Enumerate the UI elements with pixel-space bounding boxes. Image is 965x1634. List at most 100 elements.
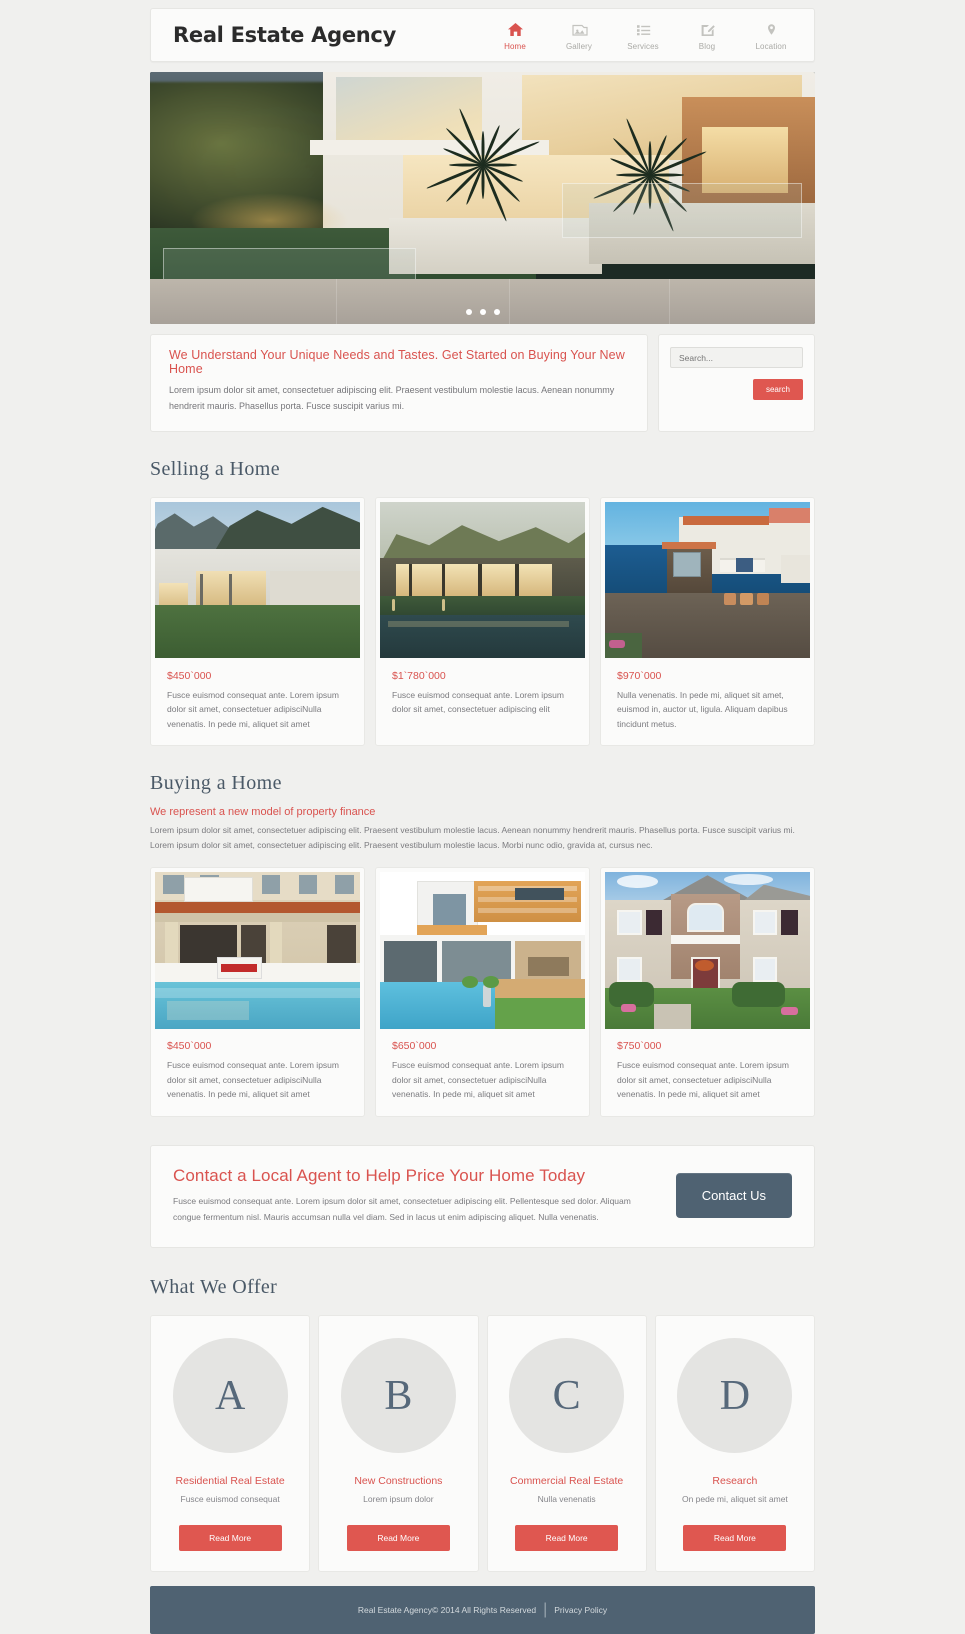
hero-slider[interactable] xyxy=(150,72,815,324)
property-description: Fusce euismod consequat ante. Lorem ipsu… xyxy=(617,1060,789,1100)
property-card[interactable]: $1`780`000 Fusce euismod consequat ante.… xyxy=(375,496,590,747)
read-more-button[interactable]: Read More xyxy=(346,1525,450,1552)
property-card-body: $650`000 Fusce euismod consequat ante. L… xyxy=(380,1029,585,1116)
page-root: Real Estate Agency Home Gallery Services… xyxy=(0,8,965,1634)
property-card[interactable]: $970`000 Nulla venenatis. In pede mi, al… xyxy=(600,496,815,747)
property-card-body: $450`000 Fusce euismod consequat ante. L… xyxy=(155,659,360,746)
pencil-edit-icon xyxy=(686,20,728,39)
property-image-modern-wood-house xyxy=(380,872,585,1030)
property-card[interactable]: $450`000 Fusce euismod consequat ante. L… xyxy=(150,867,365,1117)
contact-copy: Contact a Local Agent to Help Price Your… xyxy=(173,1166,660,1225)
nav-label-location: Location xyxy=(755,41,787,51)
selling-section: Selling a Home $450`000 Fusce euismod co… xyxy=(150,458,815,747)
list-icon xyxy=(622,20,664,39)
property-card[interactable]: $450`000 Fusce euismod consequat ante. L… xyxy=(150,496,365,747)
contact-title: Contact a Local Agent to Help Price Your… xyxy=(173,1165,586,1185)
intro-panel: We Understand Your Unique Needs and Tast… xyxy=(150,334,648,432)
site-logo: Real Estate Agency xyxy=(173,23,396,47)
offer-letter: C xyxy=(552,1372,581,1419)
nav-item-location[interactable]: Location xyxy=(750,20,792,51)
home-icon xyxy=(494,20,536,39)
hero-dot-1[interactable] xyxy=(465,309,472,315)
read-more-button[interactable]: Read More xyxy=(683,1525,787,1552)
intro-row: We Understand Your Unique Needs and Tast… xyxy=(150,334,815,432)
offer-card[interactable]: C Commercial Real Estate Nulla venenatis… xyxy=(486,1315,647,1573)
property-price: $650`000 xyxy=(392,1040,437,1053)
hero-tile-line xyxy=(509,278,511,324)
property-card-body: $1`780`000 Fusce euismod consequat ante.… xyxy=(380,659,585,731)
property-card[interactable]: $750`000 Fusce euismod consequat ante. L… xyxy=(600,867,815,1117)
contact-banner: Contact a Local Agent to Help Price Your… xyxy=(150,1144,815,1249)
contact-banner-wrap: Contact a Local Agent to Help Price Your… xyxy=(0,1144,965,1249)
nav-label-services: Services xyxy=(627,41,659,51)
hero-terrace xyxy=(150,278,815,324)
offer-avatar-circle: A xyxy=(172,1338,288,1454)
gallery-icon xyxy=(558,20,600,39)
footer-separator: | xyxy=(543,1601,548,1619)
offer-letter: A xyxy=(214,1372,246,1419)
property-description: Fusce euismod consequat ante. Lorem ipsu… xyxy=(167,689,339,729)
offer-subtitle: Fusce euismod consequat xyxy=(180,1494,280,1505)
property-image-seaside-villa xyxy=(605,501,810,659)
offer-section: What We Offer A Residential Real Estate … xyxy=(150,1276,815,1573)
search-input[interactable] xyxy=(670,347,803,368)
offer-avatar-circle: C xyxy=(509,1338,625,1454)
property-image-hillside-villa xyxy=(380,501,585,659)
nav-item-gallery[interactable]: Gallery xyxy=(558,20,600,51)
nav-item-services[interactable]: Services xyxy=(622,20,664,51)
property-description: Fusce euismod consequat ante. Lorem ipsu… xyxy=(392,689,564,715)
offer-title: Commercial Real Estate xyxy=(510,1475,624,1488)
property-image-for-sale-villa xyxy=(155,872,360,1030)
nav-item-home[interactable]: Home xyxy=(494,20,536,51)
property-price: $970`000 xyxy=(617,669,662,682)
buying-paragraph: Lorem ipsum dolor sit amet, consectetuer… xyxy=(150,825,795,851)
offer-card[interactable]: D Research On pede mi, aliquet sit amet … xyxy=(654,1315,815,1573)
hero-tile-line xyxy=(336,278,338,324)
property-price: $1`780`000 xyxy=(392,669,446,682)
offer-card[interactable]: B New Constructions Lorem ipsum dolor Re… xyxy=(318,1315,479,1573)
read-more-button[interactable]: Read More xyxy=(515,1525,619,1552)
buying-subheading: We represent a new model of property fin… xyxy=(150,806,376,819)
offer-subtitle: Nulla venenatis xyxy=(537,1494,596,1505)
search-button[interactable]: search xyxy=(752,379,803,400)
hero-palm-center xyxy=(423,105,543,225)
intro-title: We Understand Your Unique Needs and Tast… xyxy=(169,348,625,376)
map-pin-icon xyxy=(750,20,792,39)
offer-subtitle: On pede mi, aliquet sit amet xyxy=(681,1494,788,1505)
offer-avatar-circle: D xyxy=(677,1338,793,1454)
hero-glass-railing-right xyxy=(562,182,802,239)
privacy-policy-link[interactable]: Privacy Policy xyxy=(554,1605,607,1615)
nav-label-blog: Blog xyxy=(698,41,716,51)
contact-text: Fusce euismod consequat ante. Lorem ipsu… xyxy=(173,1195,631,1222)
property-card-body: $750`000 Fusce euismod consequat ante. L… xyxy=(605,1029,810,1116)
offer-letter: D xyxy=(719,1372,751,1419)
offer-title: Residential Real Estate xyxy=(175,1475,285,1488)
offer-title: Research xyxy=(712,1475,758,1488)
footer-copyright: Real Estate Agency© 2014 All Rights Rese… xyxy=(357,1605,537,1616)
nav-item-blog[interactable]: Blog xyxy=(686,20,728,51)
offer-card[interactable]: A Residential Real Estate Fusce euismod … xyxy=(150,1315,311,1573)
hero-tile-line xyxy=(668,278,670,324)
property-card[interactable]: $650`000 Fusce euismod consequat ante. L… xyxy=(375,867,590,1117)
nav-label-gallery: Gallery xyxy=(565,41,593,51)
offer-letter: B xyxy=(384,1372,413,1419)
site-footer: Real Estate Agency© 2014 All Rights Rese… xyxy=(150,1586,815,1634)
buying-section: Buying a Home We represent a new model o… xyxy=(150,772,815,1117)
main-navigation: Home Gallery Services Blog Location xyxy=(494,20,792,51)
hero-dot-3[interactable] xyxy=(493,309,500,315)
intro-text: Lorem ipsum dolor sit amet, consectetuer… xyxy=(169,385,615,411)
property-price: $450`000 xyxy=(167,669,212,682)
selling-cards: $450`000 Fusce euismod consequat ante. L… xyxy=(150,496,815,747)
nav-label-home: Home xyxy=(504,41,526,51)
selling-heading: Selling a Home xyxy=(150,457,281,480)
offer-subtitle: Lorem ipsum dolor xyxy=(363,1494,434,1505)
contact-us-button[interactable]: Contact Us xyxy=(675,1173,792,1219)
property-price: $450`000 xyxy=(167,1040,212,1053)
offer-heading: What We Offer xyxy=(150,1276,278,1299)
read-more-button[interactable]: Read More xyxy=(178,1525,282,1552)
for-sale-sign xyxy=(216,956,262,979)
offer-avatar-circle: B xyxy=(340,1338,456,1454)
hero-dot-2[interactable] xyxy=(479,309,486,315)
property-description: Fusce euismod consequat ante. Lorem ipsu… xyxy=(392,1060,564,1100)
buying-cards: $450`000 Fusce euismod consequat ante. L… xyxy=(150,867,815,1117)
